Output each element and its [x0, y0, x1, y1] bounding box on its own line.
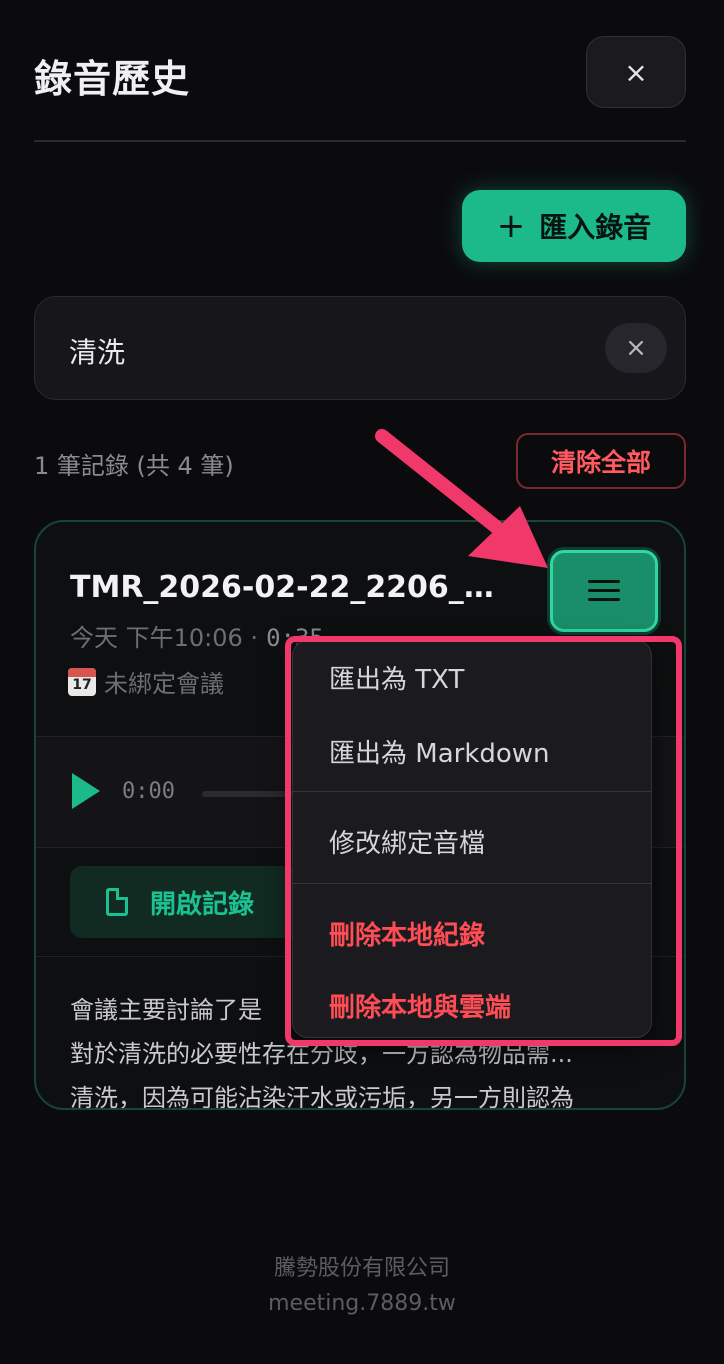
annotation-arrow	[375, 429, 548, 568]
summary-line: 清洗，因為可能沾染汗水或污垢，另一方則認為	[70, 1084, 574, 1110]
search-input[interactable]: 清洗 ×	[34, 296, 686, 400]
binding-status: 未綁定會議	[104, 670, 224, 698]
search-clear-button[interactable]: ×	[605, 323, 667, 373]
open-record-label: 開啟記錄	[150, 889, 255, 920]
result-count: 1 筆記錄 (共 4 筆)	[34, 452, 234, 480]
play-icon[interactable]	[72, 773, 100, 809]
plus-icon: +	[496, 206, 526, 246]
calendar-icon: 17	[68, 667, 96, 696]
open-record-button[interactable]: 開啟記錄	[70, 866, 310, 938]
player-time: 0:00	[122, 779, 175, 804]
more-menu-button[interactable]	[550, 550, 658, 632]
page-title: 錄音歷史	[34, 57, 191, 101]
import-recording-button[interactable]: + 匯入錄音	[462, 190, 686, 262]
footer-company: 騰勢股份有限公司	[273, 1256, 450, 1281]
document-icon	[106, 888, 128, 916]
search-value[interactable]: 清洗	[69, 331, 125, 371]
record-date: 今天 下午10:06 ·	[70, 624, 259, 652]
header-divider	[34, 140, 686, 142]
hamburger-icon	[588, 580, 620, 602]
calendar-day: 17	[72, 676, 92, 693]
close-icon: ×	[624, 55, 648, 89]
footer-url[interactable]: meeting.7889.tw	[0, 1291, 724, 1316]
annotation-highlight-box	[285, 636, 682, 1046]
clear-icon: ×	[625, 333, 647, 363]
close-button[interactable]: ×	[586, 36, 686, 108]
meeting-binding: 17 未綁定會議	[68, 664, 224, 699]
import-recording-label: 匯入錄音	[539, 211, 652, 244]
